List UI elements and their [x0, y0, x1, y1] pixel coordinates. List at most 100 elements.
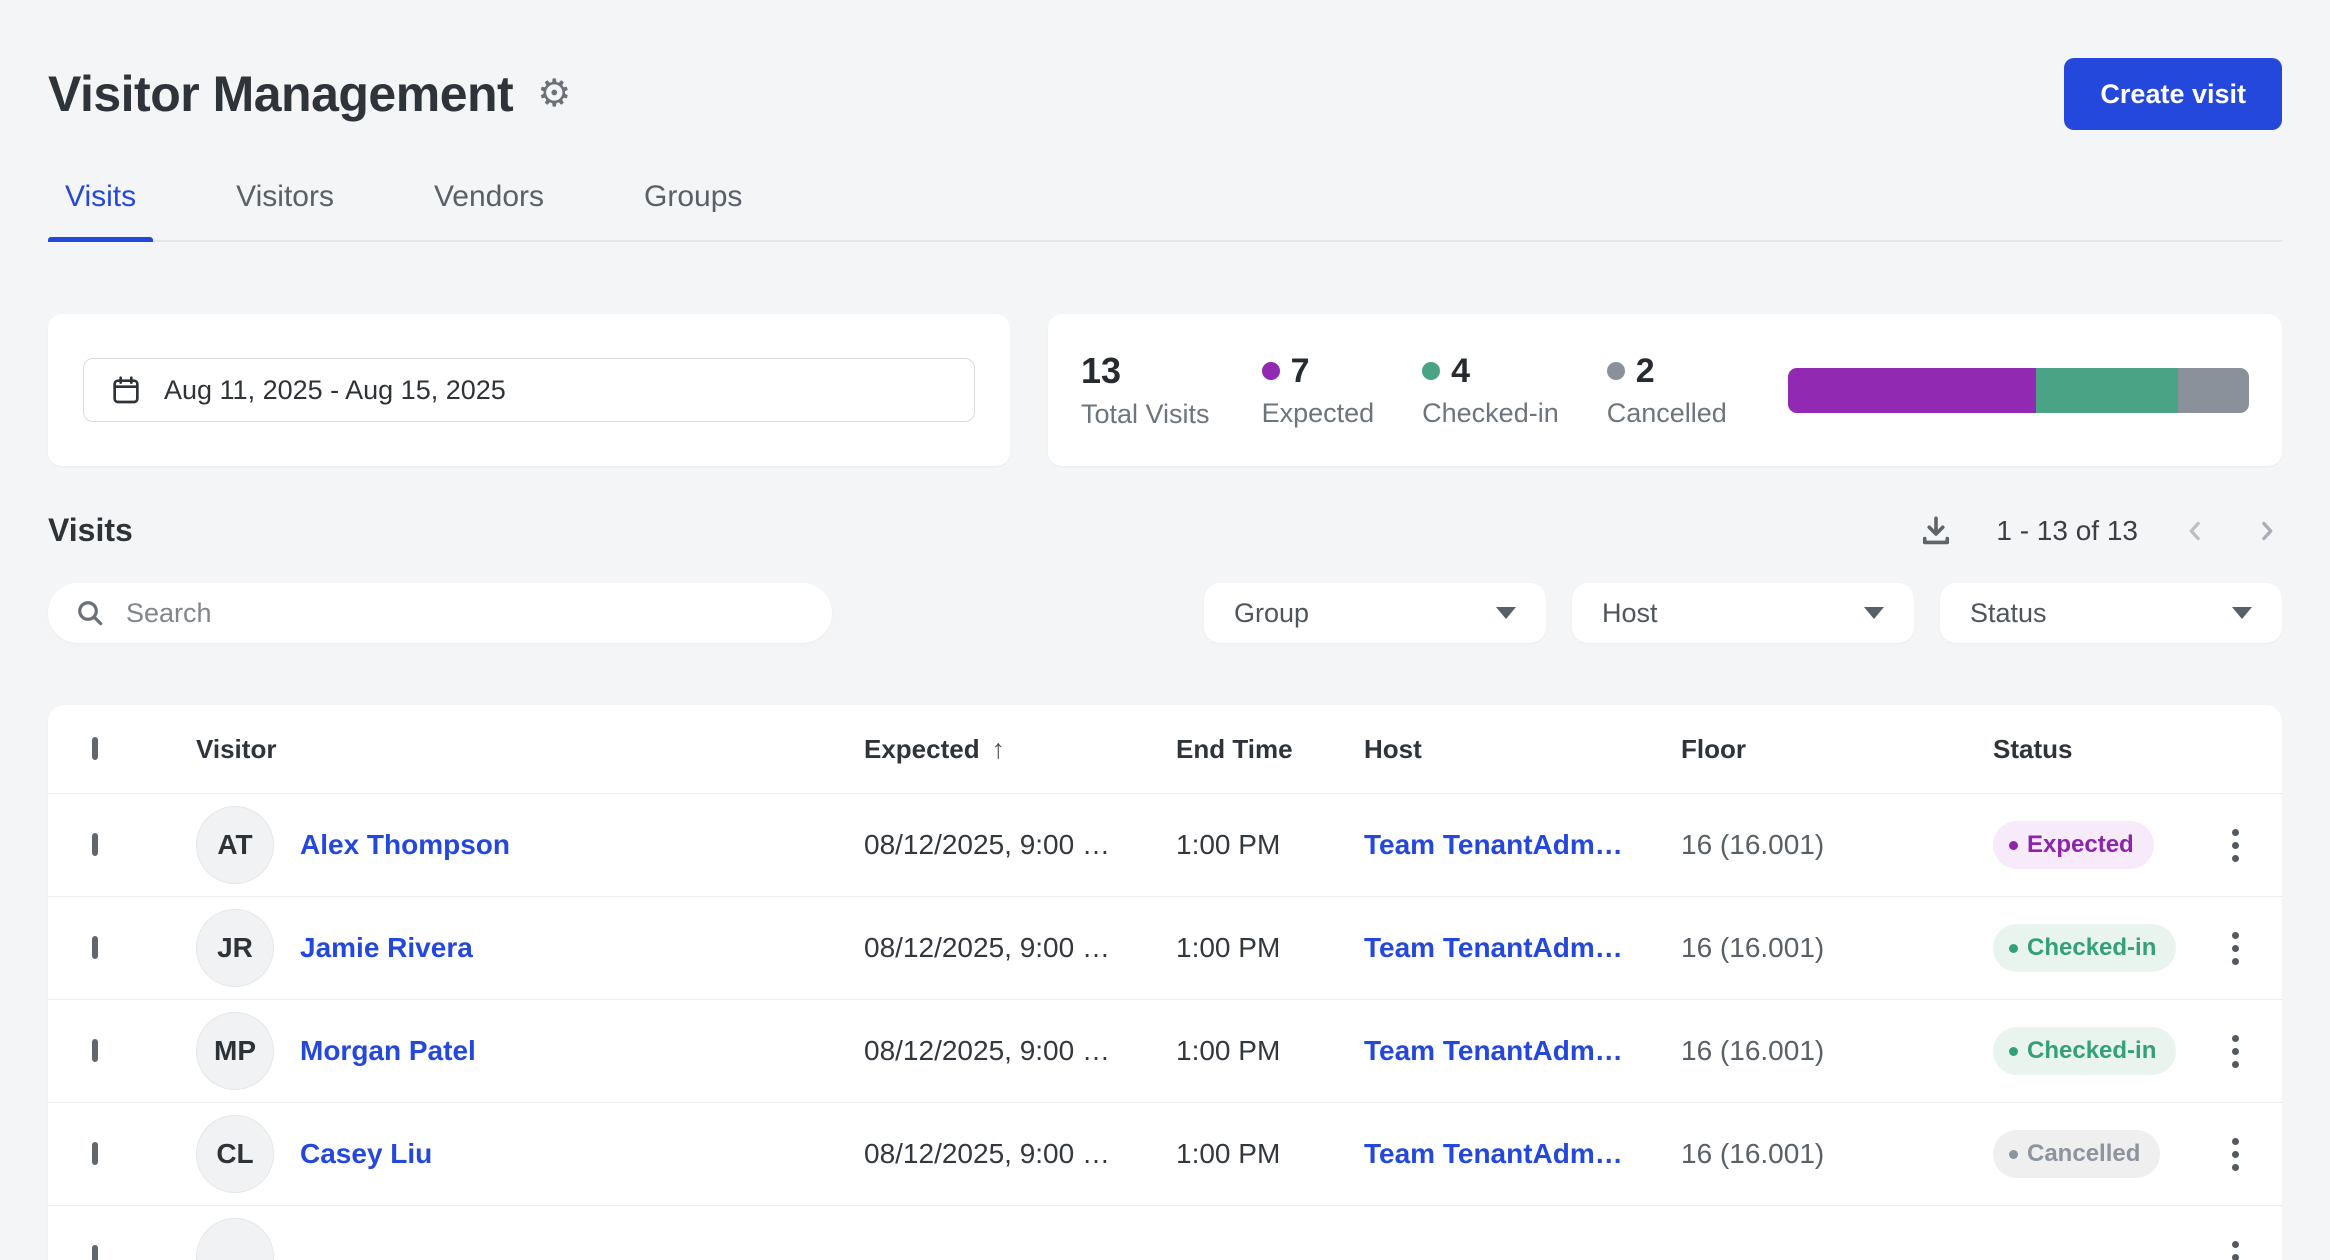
row-actions-kebab-icon[interactable] — [2224, 1130, 2247, 1179]
host-link[interactable]: Team TenantAdm… — [1364, 932, 1623, 963]
table-toolbar: Group Host Status — [48, 583, 2282, 643]
column-header-end-time[interactable]: End Time — [1176, 734, 1364, 765]
row-checkbox[interactable] — [92, 1245, 98, 1260]
summary-cards: Aug 11, 2025 - Aug 15, 2025 13 Total Vis… — [48, 314, 2282, 466]
visits-section-title: Visits — [48, 512, 133, 549]
bar-segment-checked-in — [2036, 368, 2178, 413]
search-input[interactable] — [126, 598, 818, 629]
visitor-name-link[interactable]: Jamie Rivera — [300, 932, 473, 964]
row-actions-kebab-icon[interactable] — [2224, 1027, 2247, 1076]
date-range-input[interactable]: Aug 11, 2025 - Aug 15, 2025 — [83, 358, 975, 422]
visitor-avatar: AT — [196, 806, 274, 884]
status-badge: Cancelled — [1993, 1130, 2160, 1178]
calendar-icon — [110, 374, 142, 406]
tab-groups[interactable]: Groups — [627, 180, 759, 240]
expected-time-cell: 08/12/2025, 9:00 … — [864, 1138, 1176, 1170]
row-actions-kebab-icon[interactable] — [2224, 821, 2247, 870]
host-link[interactable]: Team TenantAdm… — [1364, 1138, 1623, 1169]
end-time-cell: 1:00 PM — [1176, 1138, 1364, 1170]
row-checkbox[interactable] — [92, 1142, 98, 1165]
visits-section-header: Visits 1 - 13 of 13 — [48, 512, 2282, 549]
download-icon — [1918, 513, 1954, 549]
column-header-expected[interactable]: Expected↑ — [864, 734, 1176, 765]
download-button[interactable] — [1918, 513, 1954, 549]
table-body: AT Alex Thompson 08/12/2025, 9:00 … 1:00… — [48, 793, 2282, 1260]
tab-visits[interactable]: Visits — [48, 180, 153, 240]
status-dot-icon — [2009, 1150, 2018, 1159]
row-actions-kebab-icon[interactable] — [2224, 924, 2247, 973]
chevron-down-icon — [2232, 607, 2252, 619]
status-dot-icon — [2009, 841, 2018, 850]
stat-breakdown: 7 Expected 4 Checked-in 2 Cancelled — [1262, 352, 1727, 429]
table-header-row: Visitor Expected↑ End Time Host Floor St… — [48, 705, 2282, 793]
filter-group: Group Host Status — [1204, 583, 2282, 643]
bar-segment-expected — [1788, 368, 2036, 413]
chevron-down-icon — [1864, 607, 1884, 619]
tab-bar: Visits Visitors Vendors Groups — [48, 180, 2282, 242]
status-dot-icon — [2009, 944, 2018, 953]
floor-cell: 16 (16.001) — [1681, 932, 1993, 964]
bar-segment-cancelled — [2178, 368, 2249, 413]
status-distribution-bar — [1788, 368, 2249, 413]
end-time-cell: 1:00 PM — [1176, 932, 1364, 964]
status-badge: Checked-in — [1993, 924, 2176, 972]
page-title: Visitor Management — [48, 65, 513, 123]
visitor-avatar — [196, 1218, 274, 1260]
column-header-status[interactable]: Status — [1993, 734, 2188, 765]
status-badge: Checked-in — [1993, 1027, 2176, 1075]
expected-time-cell: 08/12/2025, 9:00 … — [864, 829, 1176, 861]
visits-table: Visitor Expected↑ End Time Host Floor St… — [48, 705, 2282, 1260]
table-row — [48, 1205, 2282, 1260]
tab-visitors[interactable]: Visitors — [219, 180, 351, 240]
group-filter-dropdown[interactable]: Group — [1204, 583, 1546, 643]
end-time-cell: 1:00 PM — [1176, 829, 1364, 861]
host-link[interactable]: Team TenantAdm… — [1364, 1035, 1623, 1066]
column-header-host[interactable]: Host — [1364, 734, 1681, 765]
visitor-avatar: MP — [196, 1012, 274, 1090]
row-checkbox[interactable] — [92, 1039, 98, 1062]
visitor-name-link[interactable]: Alex Thompson — [300, 829, 510, 861]
host-filter-dropdown[interactable]: Host — [1572, 583, 1914, 643]
table-row: AT Alex Thompson 08/12/2025, 9:00 … 1:00… — [48, 793, 2282, 896]
table-row: JR Jamie Rivera 08/12/2025, 9:00 … 1:00 … — [48, 896, 2282, 999]
visit-stats-card: 13 Total Visits 7 Expected 4 Checked-in … — [1048, 314, 2282, 466]
pagination-label: 1 - 13 of 13 — [1996, 515, 2138, 547]
row-checkbox[interactable] — [92, 936, 98, 959]
visitor-name-link[interactable]: Casey Liu — [300, 1138, 432, 1170]
status-dot-icon — [2009, 1047, 2018, 1056]
tab-vendors[interactable]: Vendors — [417, 180, 561, 240]
floor-cell: 16 (16.001) — [1681, 1138, 1993, 1170]
create-visit-button[interactable]: Create visit — [2064, 58, 2282, 130]
expected-time-cell: 08/12/2025, 9:00 … — [864, 932, 1176, 964]
stat-checked-in: 4 Checked-in — [1422, 352, 1559, 429]
column-header-floor[interactable]: Floor — [1681, 734, 1993, 765]
visitor-name-link[interactable]: Morgan Patel — [300, 1035, 476, 1067]
total-visits-count: 13 — [1081, 350, 1210, 392]
previous-page-icon[interactable] — [2180, 516, 2210, 546]
settings-gear-icon[interactable]: ⚙ — [537, 75, 571, 113]
end-time-cell: 1:00 PM — [1176, 1035, 1364, 1067]
stat-cancelled: 2 Cancelled — [1607, 352, 1727, 429]
select-all-checkbox[interactable] — [92, 737, 98, 760]
visitor-avatar: CL — [196, 1115, 274, 1193]
status-badge: Expected — [1993, 821, 2154, 869]
expected-time-cell: 08/12/2025, 9:00 … — [864, 1035, 1176, 1067]
search-box — [48, 583, 832, 643]
chevron-down-icon — [1496, 607, 1516, 619]
host-link[interactable]: Team TenantAdm… — [1364, 829, 1623, 860]
next-page-icon[interactable] — [2252, 516, 2282, 546]
date-range-card: Aug 11, 2025 - Aug 15, 2025 — [48, 314, 1010, 466]
search-icon — [74, 597, 106, 629]
floor-cell: 16 (16.001) — [1681, 829, 1993, 861]
floor-cell: 16 (16.001) — [1681, 1035, 1993, 1067]
row-checkbox[interactable] — [92, 833, 98, 856]
sort-ascending-icon: ↑ — [992, 734, 1006, 765]
row-actions-kebab-icon[interactable] — [2224, 1233, 2247, 1260]
table-row: MP Morgan Patel 08/12/2025, 9:00 … 1:00 … — [48, 999, 2282, 1102]
stat-total-visits: 13 Total Visits — [1081, 350, 1210, 430]
date-range-value: Aug 11, 2025 - Aug 15, 2025 — [164, 375, 506, 406]
stat-expected: 7 Expected — [1262, 352, 1375, 429]
cancelled-dot-icon — [1607, 362, 1625, 380]
column-header-visitor[interactable]: Visitor — [196, 734, 864, 765]
status-filter-dropdown[interactable]: Status — [1940, 583, 2282, 643]
